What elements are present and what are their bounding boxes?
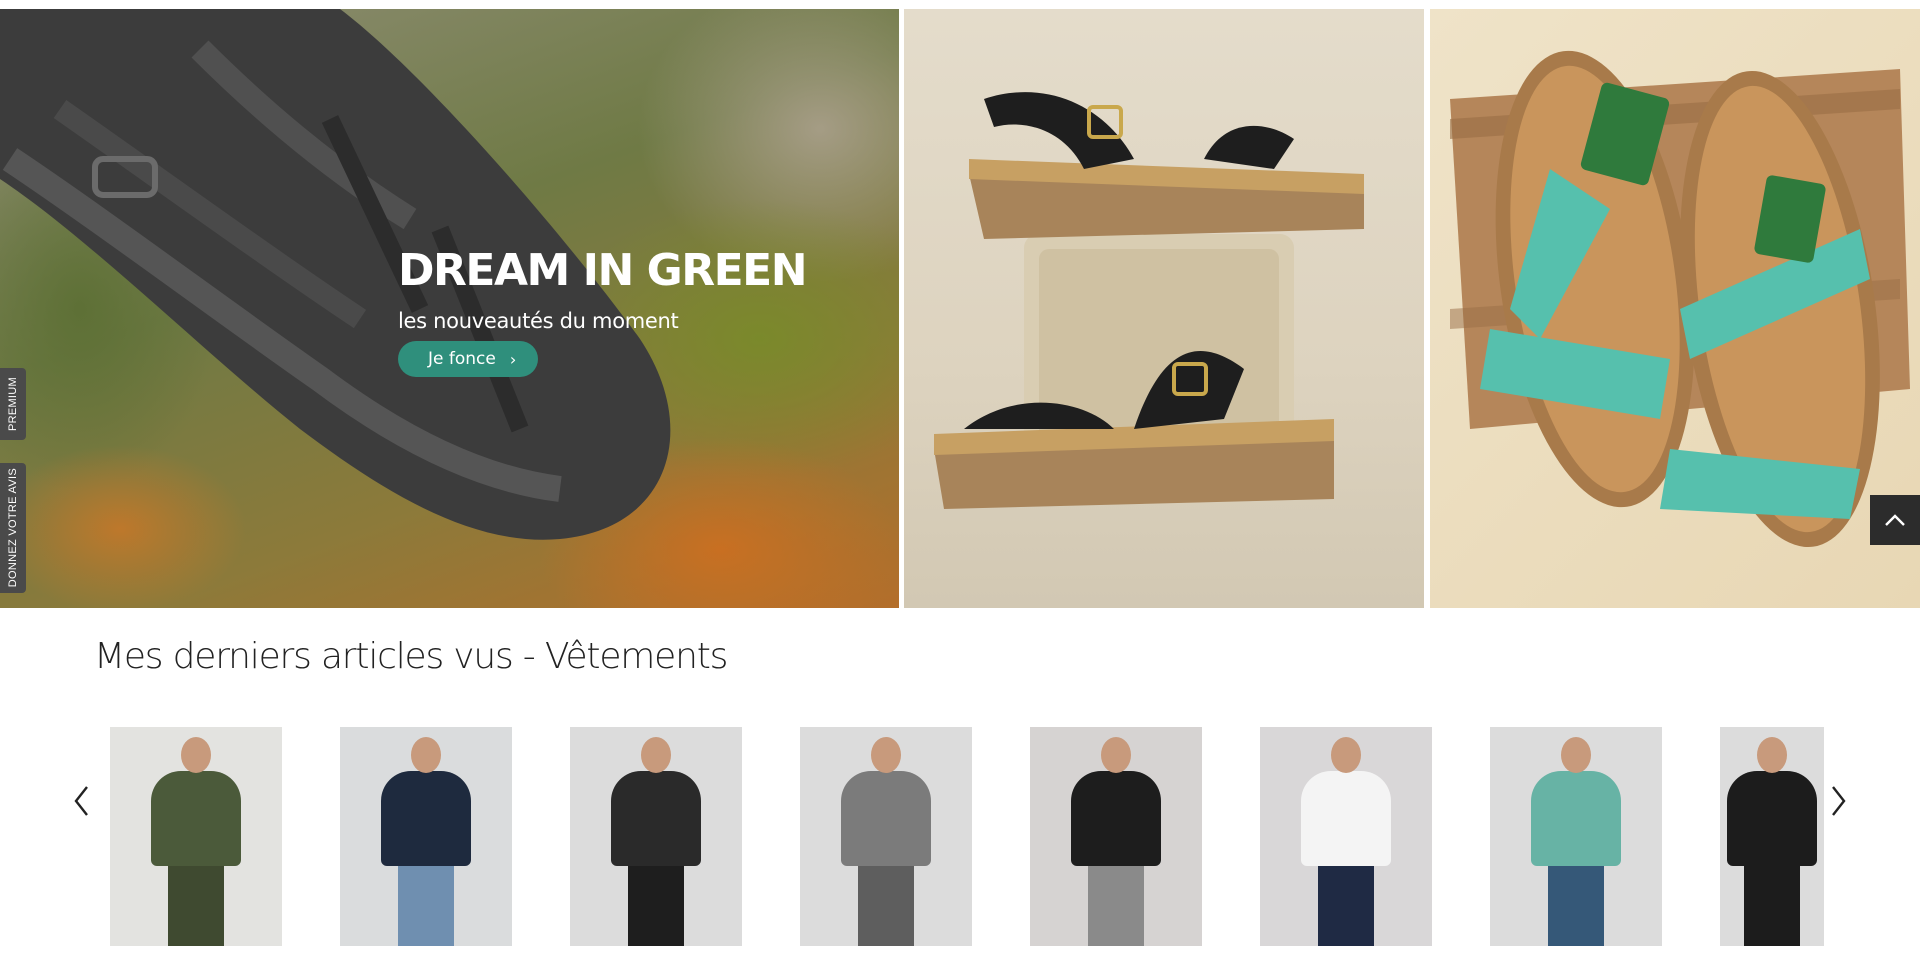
product-card-grey-tshirt[interactable] bbox=[800, 727, 972, 946]
product-image-head bbox=[641, 737, 671, 773]
product-image-head bbox=[181, 737, 211, 773]
chevron-right-icon: › bbox=[509, 349, 517, 369]
hero-panel-turquoise-sandals[interactable] bbox=[1430, 9, 1920, 608]
product-image-legs bbox=[1744, 863, 1800, 946]
recently-viewed-title: Mes derniers articles vus - Vêtements bbox=[94, 636, 728, 677]
product-image-legs bbox=[1088, 863, 1144, 946]
hero-panel-sandal-black[interactable]: DREAM IN GREEN les nouveautés du moment … bbox=[0, 9, 899, 608]
product-image-head bbox=[871, 737, 901, 773]
product-image-head bbox=[1757, 737, 1787, 773]
product-image-torso bbox=[611, 771, 701, 866]
product-image-torso bbox=[1531, 771, 1621, 866]
product-card-black-hoodie-olive-polo[interactable] bbox=[570, 727, 742, 946]
carousel-next-button[interactable] bbox=[1824, 779, 1854, 823]
hero-banner: DREAM IN GREEN les nouveautés du moment … bbox=[0, 9, 1920, 608]
product-image-legs bbox=[168, 863, 224, 946]
product-image-torso bbox=[1071, 771, 1161, 866]
product-image-head bbox=[1101, 737, 1131, 773]
chevron-up-icon bbox=[1885, 514, 1905, 526]
product-image-head bbox=[1561, 737, 1591, 773]
hero-cta-button[interactable]: Je fonce › bbox=[398, 341, 539, 377]
product-card-white-tshirt[interactable] bbox=[1260, 727, 1432, 946]
product-card-teal-graphic-tshirt[interactable] bbox=[1490, 727, 1662, 946]
turquoise-sandals-illustration bbox=[1450, 50, 1910, 548]
product-image-torso bbox=[841, 771, 931, 866]
carousel-prev-button[interactable] bbox=[66, 779, 96, 823]
product-image-torso bbox=[1727, 771, 1817, 866]
wedge-sandals-illustration bbox=[934, 92, 1364, 509]
review-side-tab[interactable]: DONNEZ VOTRE AVIS bbox=[0, 463, 26, 593]
product-image-legs bbox=[628, 863, 684, 946]
product-card-black-leather-jacket[interactable] bbox=[1030, 727, 1202, 946]
chevron-left-icon bbox=[74, 786, 88, 816]
hero-title: DREAM IN GREEN bbox=[398, 245, 808, 296]
product-image-head bbox=[411, 737, 441, 773]
product-image-legs bbox=[398, 863, 454, 946]
product-card-striped-sweater-gilet[interactable] bbox=[340, 727, 512, 946]
back-to-top-button[interactable] bbox=[1870, 495, 1920, 545]
recently-viewed-carousel bbox=[0, 727, 1920, 953]
product-list bbox=[110, 727, 1824, 953]
product-image-torso bbox=[1301, 771, 1391, 866]
hero-text-block: DREAM IN GREEN les nouveautés du moment … bbox=[398, 245, 808, 377]
product-image-torso bbox=[151, 771, 241, 866]
product-card-black-cardigan[interactable] bbox=[1720, 727, 1824, 946]
premium-side-tab-label: PREMIUM bbox=[7, 376, 19, 432]
chevron-right-icon bbox=[1832, 786, 1846, 816]
product-image-torso bbox=[381, 771, 471, 866]
hero-panel-wedge-sandals[interactable] bbox=[904, 9, 1424, 608]
premium-side-tab[interactable]: PREMIUM bbox=[0, 368, 26, 440]
product-image-legs bbox=[1318, 863, 1374, 946]
product-card-khaki-tracksuit[interactable] bbox=[110, 727, 282, 946]
hero-subtitle: les nouveautés du moment bbox=[398, 309, 679, 333]
hero-cta-label: Je fonce bbox=[428, 349, 496, 369]
review-side-tab-label: DONNEZ VOTRE AVIS bbox=[7, 468, 19, 588]
product-image-legs bbox=[858, 863, 914, 946]
product-image-head bbox=[1331, 737, 1361, 773]
product-image-legs bbox=[1548, 863, 1604, 946]
